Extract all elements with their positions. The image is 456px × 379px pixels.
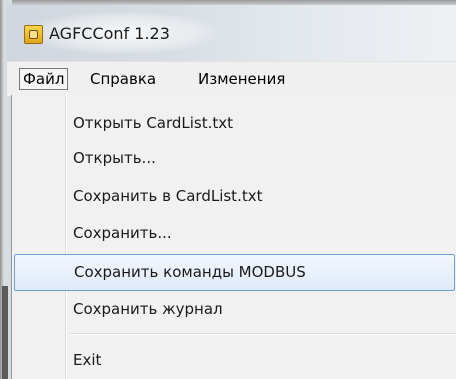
title-bar[interactable]: AGFCConf 1.23 [7,5,456,61]
menu-item-save-modbus-commands[interactable]: Сохранить команды MODBUS [14,254,455,291]
menu-item-save-log[interactable]: Сохранить журнал [14,292,455,327]
menu-help[interactable]: Справка [87,68,159,90]
menu-bar: Файл Справка Изменения [7,61,456,96]
menu-item-label: Открыть... [73,149,156,167]
menu-item-exit[interactable]: Exit [14,343,455,378]
file-dropdown-menu: Открыть CardList.txt Открыть... Сохранит… [11,95,456,379]
menu-item-label: Сохранить... [73,224,172,242]
menu-item-open[interactable]: Открыть... [14,141,455,176]
menu-changes[interactable]: Изменения [195,68,288,90]
menu-item-label: Exit [73,351,102,369]
menu-separator [70,333,455,335]
menu-item-label: Сохранить в CardList.txt [73,187,263,205]
app-icon[interactable] [24,25,43,44]
background-window-edge [2,286,8,379]
menu-item-label: Открыть CardList.txt [73,114,234,132]
menu-file[interactable]: Файл [19,68,69,90]
menu-item-save-as[interactable]: Сохранить... [14,216,455,251]
window-title: AGFCConf 1.23 [49,24,170,43]
menu-item-label: Сохранить журнал [73,300,223,318]
menu-item-label: Сохранить команды MODBUS [74,263,306,281]
menu-item-save-to-cardlist[interactable]: Сохранить в CardList.txt [14,179,455,214]
menu-item-open-cardlist[interactable]: Открыть CardList.txt [14,106,455,141]
